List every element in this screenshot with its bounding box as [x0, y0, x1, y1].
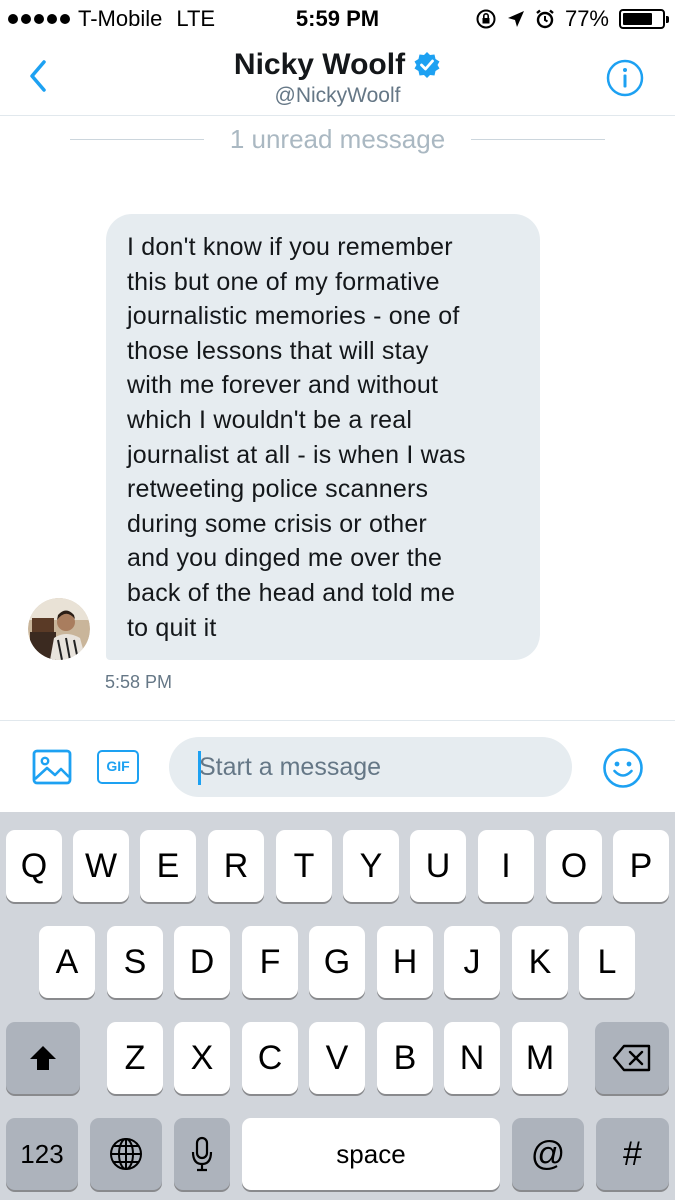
microphone-icon — [191, 1136, 213, 1172]
shift-key[interactable] — [6, 1022, 80, 1094]
message-line: with me forever and without — [127, 371, 439, 400]
info-icon[interactable] — [605, 58, 645, 98]
message-line: retweeting police scanners — [127, 475, 429, 504]
message-line: I don't know if you remember — [127, 233, 453, 261]
key-a[interactable]: A — [39, 926, 95, 998]
message-timestamp: 5:58 PM — [105, 672, 173, 692]
status-right: 77% — [475, 6, 669, 32]
key-k[interactable]: K — [512, 926, 568, 998]
message-line: to quit it — [127, 613, 217, 642]
contact-name: Nicky Woolf — [233, 48, 406, 81]
battery-percent: 77% — [564, 6, 609, 31]
globe-icon — [110, 1138, 142, 1170]
key-b[interactable]: B — [377, 1022, 433, 1094]
keyboard: Q W E R T Y U I O P A S D F G H J K L Z … — [0, 812, 675, 1200]
key-z[interactable]: Z — [107, 1022, 163, 1094]
key-j[interactable]: J — [444, 926, 500, 998]
text-cursor — [198, 751, 201, 785]
verified-badge-icon — [414, 52, 440, 78]
delete-key[interactable] — [595, 1022, 669, 1094]
key-x[interactable]: X — [174, 1022, 230, 1094]
lock-rotation-icon — [476, 9, 496, 29]
key-v[interactable]: V — [309, 1022, 365, 1094]
key-o[interactable]: O — [546, 830, 602, 902]
unread-label: 1 unread message — [229, 123, 446, 154]
divider-line — [471, 138, 605, 140]
conversation-header: Nicky Woolf @NickyWoolf — [0, 38, 675, 116]
key-s[interactable]: S — [107, 926, 163, 998]
conversation-title[interactable]: Nicky Woolf @NickyWoolf — [0, 48, 675, 108]
battery-fill — [623, 13, 653, 25]
message-line: and you dinged me over the — [127, 544, 443, 573]
message-line: journalistic memories - one of — [127, 302, 460, 331]
at-key[interactable]: @ — [512, 1118, 584, 1190]
image-icon[interactable] — [32, 749, 72, 785]
globe-key[interactable] — [90, 1118, 162, 1190]
message-line: this but one of my formative — [127, 267, 440, 296]
message-line: during some crisis or other — [127, 509, 427, 538]
unread-divider: 1 unread message — [70, 124, 605, 154]
key-e[interactable]: E — [140, 830, 196, 902]
contact-handle: @NickyWoolf — [274, 84, 401, 107]
key-d[interactable]: D — [174, 926, 230, 998]
battery-icon — [619, 9, 669, 29]
key-p[interactable]: P — [613, 830, 669, 902]
emoji-icon[interactable] — [602, 747, 644, 789]
message-line: journalist at all - is when I was — [127, 440, 466, 469]
dictation-key[interactable] — [174, 1118, 230, 1190]
avatar[interactable] — [28, 598, 90, 660]
space-key[interactable]: space — [242, 1118, 500, 1190]
alarm-icon — [536, 9, 554, 29]
key-g[interactable]: G — [309, 926, 365, 998]
message-input[interactable] — [169, 737, 572, 797]
gif-button[interactable]: GIF — [97, 750, 139, 784]
message-line: which I wouldn't be a real — [127, 405, 413, 434]
divider-line — [70, 138, 204, 140]
location-arrow-icon — [507, 11, 524, 27]
message-bubble[interactable]: I don't know if you remember this but on… — [106, 214, 540, 660]
status-bar: T-Mobile LTE 5:59 PM 77% — [0, 0, 675, 38]
key-f[interactable]: F — [242, 926, 298, 998]
key-n[interactable]: N — [444, 1022, 500, 1094]
key-h[interactable]: H — [377, 926, 433, 998]
key-c[interactable]: C — [242, 1022, 298, 1094]
key-m[interactable]: M — [512, 1022, 568, 1094]
shift-arrow-icon — [30, 1046, 56, 1070]
key-r[interactable]: R — [208, 830, 264, 902]
message-composer: GIF — [0, 720, 675, 812]
message-line: those lessons that will stay — [127, 336, 429, 365]
key-i[interactable]: I — [478, 830, 534, 902]
key-w[interactable]: W — [73, 830, 129, 902]
key-y[interactable]: Y — [343, 830, 399, 902]
message-line: back of the head and told me — [127, 578, 456, 607]
key-u[interactable]: U — [410, 830, 466, 902]
hash-key[interactable]: # — [596, 1118, 669, 1190]
backspace-icon — [612, 1044, 651, 1072]
key-q[interactable]: Q — [6, 830, 62, 902]
key-l[interactable]: L — [579, 926, 635, 998]
key-t[interactable]: T — [276, 830, 332, 902]
numbers-key[interactable]: 123 — [6, 1118, 78, 1190]
